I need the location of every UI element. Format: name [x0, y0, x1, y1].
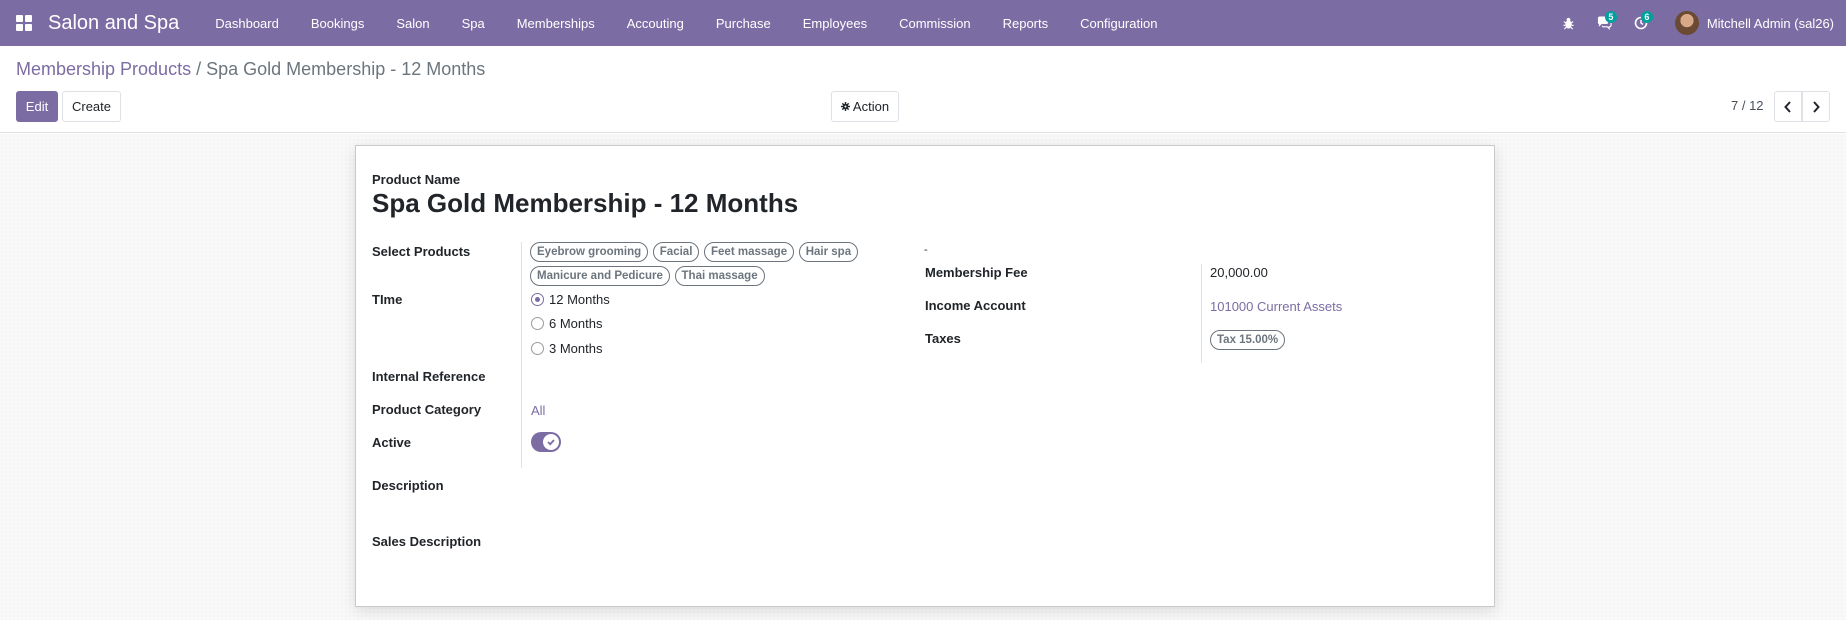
product-tag: Feet massage — [704, 242, 795, 262]
membership-fee-value: 20,000.00 — [1210, 265, 1268, 280]
top-menu: Dashboard Bookings Salon Spa Memberships… — [199, 16, 1173, 31]
product-tag: Facial — [652, 242, 700, 262]
messages-chat-icon[interactable]: 5 — [1587, 0, 1623, 46]
product-tag: Hair spa — [798, 242, 859, 262]
product-name-label: Product Name — [372, 172, 461, 187]
select-products-tags: Eyebrow grooming Facial Feet massage Hai… — [530, 242, 870, 290]
radio-unchecked-icon — [531, 317, 544, 330]
user-menu[interactable]: Mitchell Admin (sal26) — [1659, 11, 1846, 35]
active-toggle[interactable] — [531, 432, 561, 452]
product-tag: Eyebrow grooming — [530, 242, 649, 262]
chevron-right-icon — [1813, 100, 1820, 113]
activities-clock-icon[interactable]: 6 — [1623, 0, 1659, 46]
time-option-3-months[interactable]: 3 Months — [531, 341, 602, 356]
time-option-label: 12 Months — [549, 292, 610, 307]
left-group-separator — [521, 242, 522, 468]
select-products-label: Select Products — [372, 244, 471, 259]
time-option-label: 6 Months — [549, 316, 603, 331]
apps-menu-icon[interactable] — [0, 0, 48, 46]
app-brand[interactable]: Salon and Spa — [48, 12, 179, 35]
time-option-6-months[interactable]: 6 Months — [531, 316, 602, 331]
activities-count-badge: 6 — [1640, 11, 1653, 23]
breadcrumb-current: Spa Gold Membership - 12 Months — [206, 59, 486, 79]
menu-item-dashboard[interactable]: Dashboard — [199, 16, 295, 31]
action-button[interactable]: Action — [831, 91, 899, 122]
pager-previous-button[interactable] — [1774, 91, 1802, 122]
time-option-12-months[interactable]: 12 Months — [531, 292, 610, 307]
menu-item-reports[interactable]: Reports — [987, 16, 1065, 31]
sales-description-label: Sales Description — [372, 534, 482, 549]
messages-count-badge: 5 — [1604, 11, 1617, 23]
breadcrumb-separator: / — [196, 59, 202, 79]
form-sheet: Product Name Spa Gold Membership - 12 Mo… — [355, 145, 1495, 607]
user-avatar — [1674, 11, 1699, 35]
action-label: Action — [852, 99, 890, 114]
menu-item-memberships[interactable]: Memberships — [501, 16, 611, 31]
income-account-value[interactable]: 101000 Current Assets — [1210, 299, 1342, 314]
radio-unchecked-icon — [531, 342, 544, 355]
menu-item-bookings[interactable]: Bookings — [295, 16, 380, 31]
product-name-value: Spa Gold Membership - 12 Months — [372, 188, 799, 218]
chevron-left-icon — [1784, 100, 1791, 113]
menu-item-accouting[interactable]: Accouting — [611, 16, 700, 31]
breadcrumb: Membership Products / Spa Gold Membershi… — [16, 59, 485, 80]
active-label: Active — [372, 435, 412, 450]
taxes-label: Taxes — [925, 331, 961, 346]
gear-icon — [840, 102, 850, 111]
edit-button[interactable]: Edit — [16, 91, 58, 122]
breadcrumb-parent-link[interactable]: Membership Products — [16, 59, 191, 79]
product-category-label: Product Category — [372, 402, 482, 417]
menu-item-employees[interactable]: Employees — [787, 16, 883, 31]
time-option-label: 3 Months — [549, 341, 603, 356]
check-icon — [547, 439, 555, 446]
menu-item-purchase[interactable]: Purchase — [700, 16, 787, 31]
pager-value[interactable]: 7 / 12 — [1731, 98, 1764, 113]
menu-item-salon[interactable]: Salon — [380, 16, 445, 31]
pager-next-button[interactable] — [1802, 91, 1830, 122]
time-label: TIme — [372, 292, 403, 307]
membership-fee-label: Membership Fee — [925, 265, 1028, 280]
internal-reference-label: Internal Reference — [372, 369, 486, 384]
product-tag: Manicure and Pedicure — [530, 266, 670, 286]
description-label: Description — [372, 478, 444, 493]
systray: 5 6 Mitchell Admin (sal26) — [1551, 0, 1846, 46]
product-category-value[interactable]: All — [531, 403, 545, 418]
tax-tag: Tax 15.00% — [1210, 330, 1286, 350]
main-navbar: Salon and Spa Dashboard Bookings Salon S… — [0, 0, 1846, 46]
right-group-dash: - — [924, 244, 928, 256]
product-tag: Thai massage — [674, 266, 765, 286]
menu-item-spa[interactable]: Spa — [446, 16, 501, 31]
create-button[interactable]: Create — [62, 91, 121, 122]
menu-item-configuration[interactable]: Configuration — [1064, 16, 1173, 31]
toggle-knob — [543, 434, 559, 450]
menu-item-commission[interactable]: Commission — [883, 16, 987, 31]
control-panel: Membership Products / Spa Gold Membershi… — [0, 46, 1846, 133]
user-name: Mitchell Admin (sal26) — [1706, 15, 1834, 31]
income-account-label: Income Account — [925, 298, 1026, 313]
debug-bug-icon[interactable] — [1551, 0, 1587, 46]
radio-checked-icon — [531, 293, 544, 306]
right-group-separator — [1201, 264, 1202, 363]
